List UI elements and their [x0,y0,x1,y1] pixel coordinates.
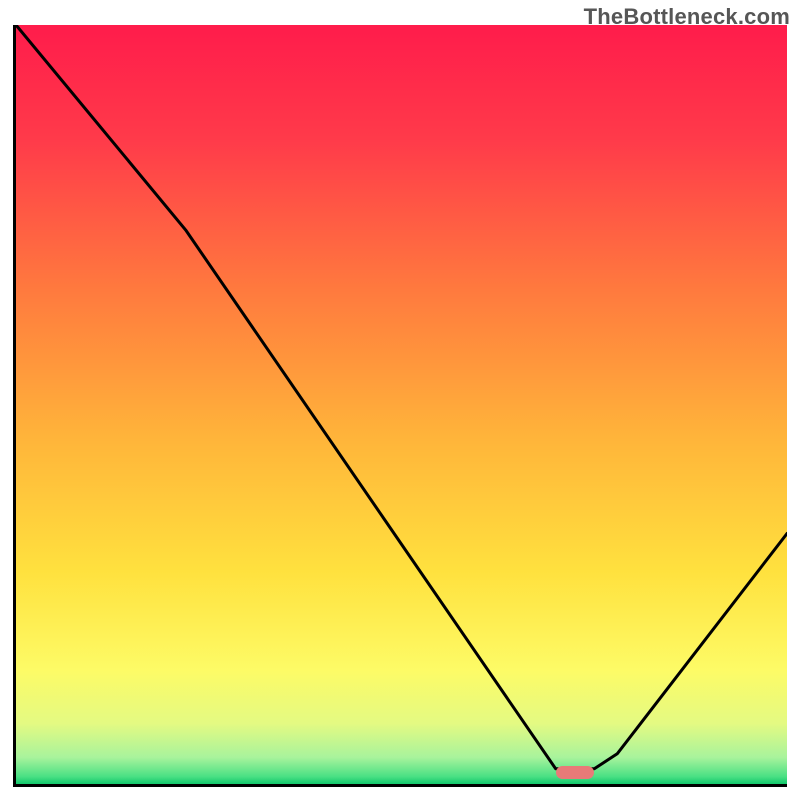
chart-canvas: TheBottleneck.com [0,0,800,800]
bottleneck-curve [16,25,787,784]
optimal-point-marker [556,766,595,780]
plot-area [13,25,787,787]
